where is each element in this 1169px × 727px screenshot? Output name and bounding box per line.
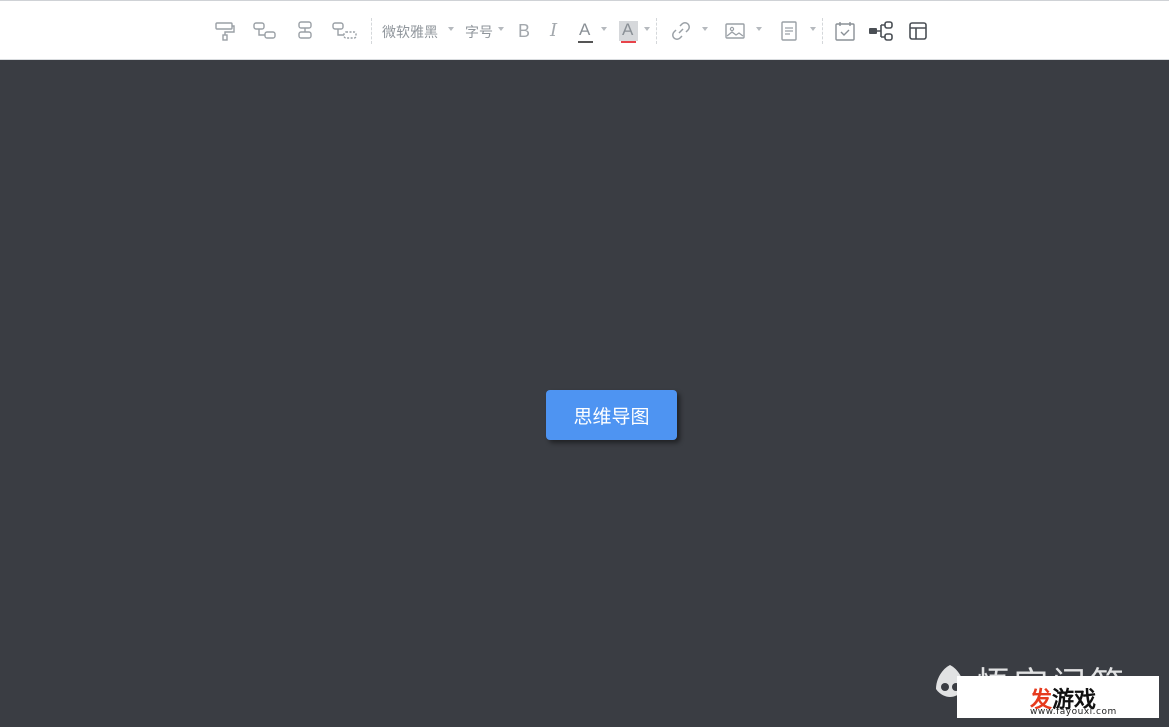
toolbar-separator: [656, 18, 657, 44]
image-icon[interactable]: [722, 15, 748, 47]
chevron-down-icon[interactable]: [644, 27, 650, 31]
highlight-button[interactable]: A: [622, 21, 633, 39]
format-painter-icon[interactable]: [212, 15, 238, 47]
chevron-down-icon[interactable]: [498, 27, 504, 31]
bold-button[interactable]: B: [518, 22, 530, 40]
highlight-color-swatch: [621, 41, 636, 43]
toolbar-separator: [371, 18, 372, 44]
insert-child-node-icon[interactable]: [252, 15, 278, 47]
task-calendar-icon[interactable]: [832, 15, 858, 47]
font-family-select[interactable]: 微软雅黑: [382, 23, 438, 41]
chevron-down-icon[interactable]: [702, 27, 708, 31]
chevron-down-icon[interactable]: [756, 27, 762, 31]
font-color-swatch: [578, 41, 593, 43]
italic-button[interactable]: I: [550, 22, 557, 40]
chevron-down-icon[interactable]: [601, 27, 607, 31]
note-icon[interactable]: [776, 15, 802, 47]
toolbar: 微软雅黑 字号 B I A A: [0, 0, 1169, 60]
chevron-down-icon[interactable]: [448, 27, 454, 31]
font-size-select[interactable]: 字号: [465, 23, 493, 41]
watermark-url: www.fayouxi.com: [1030, 707, 1117, 717]
insert-parent-node-icon[interactable]: [332, 15, 358, 47]
chevron-down-icon[interactable]: [810, 27, 816, 31]
mindmap-structure-icon[interactable]: [867, 15, 895, 47]
layout-icon[interactable]: [905, 15, 931, 47]
link-icon[interactable]: [668, 15, 694, 47]
root-node[interactable]: 思维导图: [546, 390, 677, 440]
insert-sibling-node-icon[interactable]: [292, 15, 318, 47]
toolbar-separator: [822, 18, 823, 44]
font-color-button[interactable]: A: [579, 21, 590, 39]
